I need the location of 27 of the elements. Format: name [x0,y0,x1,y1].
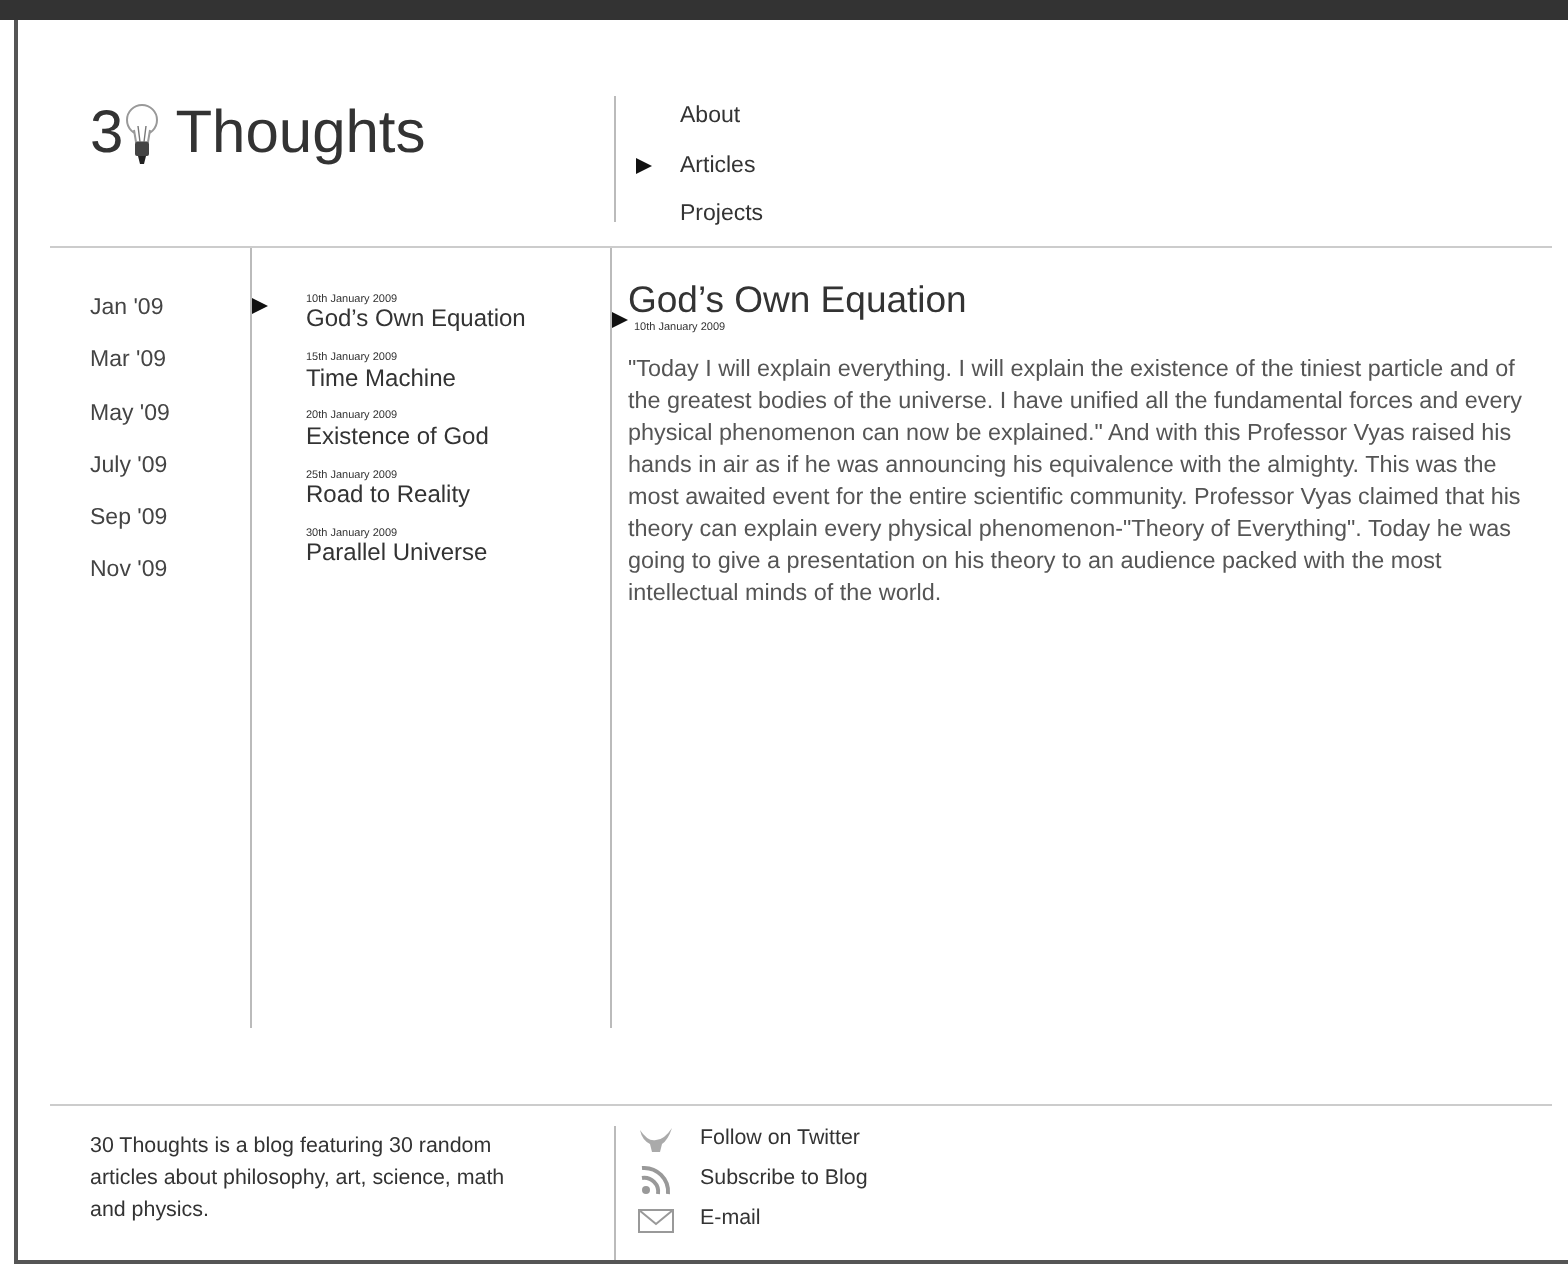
article-link[interactable]: Road to Reality [306,482,471,510]
article-link[interactable]: Time Machine [306,365,456,393]
arrow-icon [252,297,268,314]
arrow-icon [612,311,628,328]
month-link[interactable]: Nov '09 [90,554,250,589]
article-link[interactable]: Existence of God [306,423,489,452]
arrow-icon [636,158,652,175]
post-body: "Today I will explain everything. I will explain the existence of the tiniest particle and of the greatest bodies of the universe. I have unified all the fundamental forces and every physical phenomenon can now be explained." And with this Professor Vyas raised his hands in air as if he was announcing his equivalence with the almighty. This was the most awaited event for the entire scientific community. Professor Vyas claimed that his theory can explain every physical phenomenon-"Theory of Everything". Today he was going to give a presentation on his theory to an audience packed with the most intellectual minds of the world. [628,353,1525,610]
month-link[interactable]: Sep '09 [90,502,250,537]
logo-text: 3 [90,98,124,170]
post-title: God’s Own Equation [628,280,969,321]
nav-link[interactable]: About [680,100,741,135]
article-link[interactable]: God’s Own Equation [306,306,526,334]
month-link[interactable]: May '09 [90,397,250,432]
footer-link[interactable]: E-mail [636,1202,868,1236]
nav-link[interactable]: Articles [680,149,756,184]
article-link[interactable]: Parallel Universe [306,540,488,569]
month-link[interactable]: July '09 [90,449,250,484]
month-link[interactable]: Jan '09 [90,292,250,327]
nav-link[interactable]: Projects [680,198,764,233]
blog-description: 30 Thoughts is a blog featuring 30 random articles about philosophy, art, science, math and physics. [88,1132,507,1226]
logo-text: Thoughts [175,98,426,170]
light-bulb-icon [123,101,160,165]
month-link[interactable]: Mar '09 [90,344,250,379]
footer-link[interactable]: Subscribe to Blog [636,1162,868,1196]
rss-icon [636,1162,676,1196]
footer-link[interactable]: Follow on Twitter [636,1122,868,1156]
